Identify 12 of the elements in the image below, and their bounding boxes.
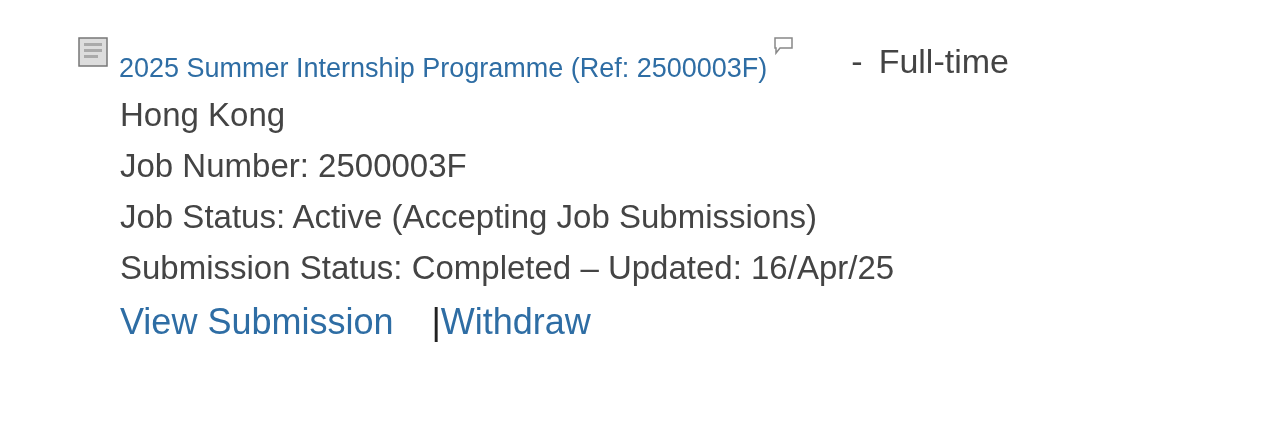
link[interactable]: View Submission (120, 296, 394, 347)
link[interactable]: Withdraw (440, 296, 591, 347)
job-detail: Hong Kong (120, 94, 287, 135)
job-type: Full-time (878, 41, 1009, 82)
job-detail: Job Number: 2500003F (120, 145, 468, 186)
job-title-link[interactable]: 2025 Summer Internship Programme (Ref: 2500003F) (119, 48, 768, 89)
job-detail: Submission Status: Completed – Updated: 16/Apr/25 (120, 247, 896, 288)
comment-icon[interactable] (771, 36, 796, 58)
link-separator: | (431, 299, 441, 344)
document-icon (78, 36, 108, 67)
separator: - (851, 41, 863, 82)
job-detail: Job Status: Active (Accepting Job Submissions) (120, 196, 818, 237)
